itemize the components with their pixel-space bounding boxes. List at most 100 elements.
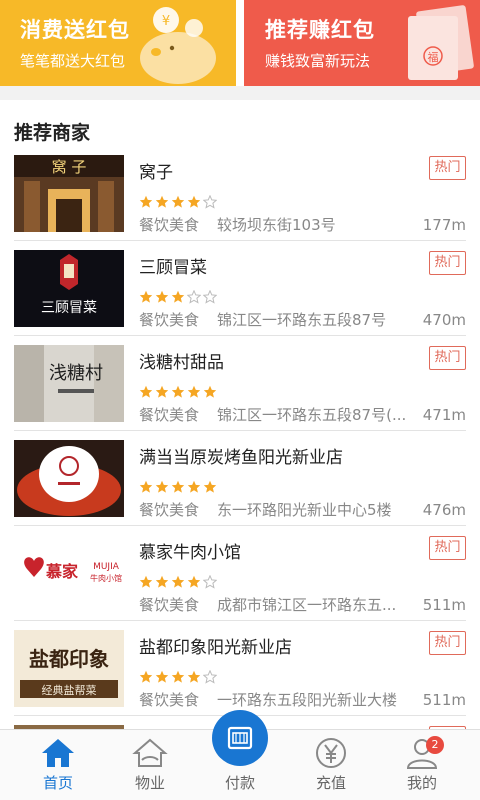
nav-label: 付款 xyxy=(224,774,255,792)
thumb-sign-sub: 经典盐帮菜 xyxy=(42,683,97,697)
merchant-category: 餐饮美食 xyxy=(139,691,200,709)
star-filled-icon xyxy=(171,385,185,398)
list-item[interactable]: 浅糖村 浅糖村甜品 热门 餐饮美食 锦江区一环路东五段87号(... 471m xyxy=(14,336,466,431)
yuan-icon xyxy=(316,738,346,768)
star-filled-icon xyxy=(203,480,217,493)
merchant-name: 窝子 xyxy=(139,163,173,183)
star-empty-icon xyxy=(203,195,217,209)
promo-referral-redpacket[interactable]: 推荐赚红包 赚钱致富新玩法 福 xyxy=(244,0,480,86)
promo-banners: 消费送红包 笔笔都送大红包 ¥ 推荐赚红包 赚钱致富新玩法 福 xyxy=(0,0,480,86)
promo-subtitle: 赚钱致富新玩法 xyxy=(265,52,371,70)
list-item[interactable]: 盐都印象 经典盐帮菜 盐都印象阳光新业店 热门 餐饮美食 一环路东五段阳光新业大… xyxy=(14,621,466,716)
merchant-meta: 餐饮美食 锦江区一环路东五段87号 xyxy=(139,309,386,330)
promo-subtitle: 笔笔都送大红包 xyxy=(20,52,126,70)
merchant-name: 三顾冒菜 xyxy=(139,258,207,278)
rating-stars xyxy=(139,670,217,684)
merchant-category: 餐饮美食 xyxy=(139,501,200,519)
svg-text:福: 福 xyxy=(428,50,439,64)
merchant-distance: 470m xyxy=(422,311,466,329)
thumb-sign-text: 盐都印象 xyxy=(29,647,109,671)
star-filled-icon xyxy=(139,290,153,303)
star-filled-icon xyxy=(171,670,185,683)
list-item[interactable]: 窝 子 窝子 热门 餐饮美食 较场坝东街103号 177m xyxy=(14,146,466,241)
piggy-bank-icon: ¥ xyxy=(140,7,216,84)
nav-tab-recharge[interactable]: 充值 xyxy=(283,730,379,800)
nav-tab-mine[interactable]: 2 我的 xyxy=(374,730,470,800)
star-empty-icon xyxy=(203,670,217,684)
home-icon xyxy=(42,739,74,767)
section-title: 推荐商家 xyxy=(14,122,91,144)
merchant-thumbnail: 窝 子 xyxy=(14,155,124,232)
star-empty-icon xyxy=(203,575,217,589)
star-filled-icon xyxy=(171,195,185,208)
merchant-thumbnail: 盐都印象 经典盐帮菜 xyxy=(14,630,124,707)
star-filled-icon xyxy=(187,575,201,588)
merchant-address: 一环路东五段阳光新业大楼 xyxy=(217,691,398,709)
merchant-meta: 餐饮美食 一环路东五段阳光新业大楼 xyxy=(139,689,397,710)
hot-badge: 热门 xyxy=(429,631,466,655)
nav-label: 我的 xyxy=(406,774,437,792)
nav-label: 物业 xyxy=(134,774,165,792)
merchant-distance: 511m xyxy=(422,691,466,709)
merchant-category: 餐饮美食 xyxy=(139,311,200,329)
star-empty-icon xyxy=(187,290,201,304)
thumb-logo-sub: 牛肉小馆 xyxy=(90,573,122,583)
merchant-meta: 餐饮美食 成都市锦江区一环路东五... xyxy=(139,594,396,615)
pay-button[interactable] xyxy=(212,710,268,766)
merchant-distance: 471m xyxy=(422,406,466,424)
merchant-address: 成都市锦江区一环路东五... xyxy=(217,596,397,614)
merchant-name: 满当当原炭烤鱼阳光新业店 xyxy=(139,448,343,468)
rating-stars xyxy=(139,575,217,589)
merchant-meta: 餐饮美食 东一环路阳光新业中心5楼 xyxy=(139,499,392,520)
nav-tab-home[interactable]: 首页 xyxy=(10,730,106,800)
section-divider xyxy=(0,86,480,100)
rating-stars xyxy=(139,195,217,209)
promo-consume-redpacket[interactable]: 消费送红包 笔笔都送大红包 ¥ xyxy=(0,0,236,86)
promo-title: 消费送红包 xyxy=(20,18,130,42)
star-filled-icon xyxy=(139,385,153,398)
thumb-sign-text: 三顾冒菜 xyxy=(41,300,97,316)
list-item[interactable]: 慕家 MUJIA 牛肉小馆 慕家牛肉小馆 热门 餐饮美食 成都市锦江区一环路东五… xyxy=(14,526,466,621)
nav-tab-pay[interactable]: 付款 xyxy=(192,710,288,800)
thumb-logo-text: 慕家 xyxy=(45,562,79,581)
bottom-nav: 首页 物业 付款 充值 2 我的 xyxy=(0,710,480,800)
thumb-sign-text: 窝 子 xyxy=(52,158,87,176)
star-filled-icon xyxy=(187,195,201,208)
star-filled-icon xyxy=(171,290,185,303)
merchant-address: 东一环路阳光新业中心5楼 xyxy=(217,501,392,519)
property-icon xyxy=(132,738,168,767)
promo-title: 推荐赚红包 xyxy=(265,18,375,42)
merchant-distance: 511m xyxy=(422,596,466,614)
star-filled-icon xyxy=(187,670,201,683)
list-item[interactable]: 满当当原炭烤鱼阳光新业店 餐饮美食 东一环路阳光新业中心5楼 476m xyxy=(14,431,466,526)
star-filled-icon xyxy=(139,670,153,683)
rating-stars xyxy=(139,290,217,304)
star-filled-icon xyxy=(139,480,153,493)
merchant-name: 慕家牛肉小馆 xyxy=(139,543,241,563)
merchant-meta: 餐饮美食 锦江区一环路东五段87号(... xyxy=(139,404,406,425)
merchant-address: 较场坝东街103号 xyxy=(217,216,336,234)
merchant-meta: 餐饮美食 较场坝东街103号 xyxy=(139,214,336,235)
hot-badge: 热门 xyxy=(429,156,466,180)
pay-card-icon xyxy=(227,726,253,750)
merchant-distance: 177m xyxy=(422,216,466,234)
hot-badge: 热门 xyxy=(429,536,466,560)
thumb-sign-text: 浅糖村 xyxy=(49,363,103,384)
merchant-list[interactable]: 窝 子 窝子 热门 餐饮美食 较场坝东街103号 177m 三顾冒菜 三顾冒菜 xyxy=(0,146,480,730)
rating-stars xyxy=(139,480,217,494)
nav-tab-property[interactable]: 物业 xyxy=(102,730,198,800)
merchant-thumbnail: 三顾冒菜 xyxy=(14,250,124,327)
red-envelope-icon: 福 xyxy=(408,5,474,80)
merchant-address: 锦江区一环路东五段87号(... xyxy=(217,406,407,424)
star-filled-icon xyxy=(203,385,217,398)
merchant-category: 餐饮美食 xyxy=(139,406,200,424)
merchant-category: 餐饮美食 xyxy=(139,596,200,614)
merchant-distance: 476m xyxy=(422,501,466,519)
notification-badge: 2 xyxy=(426,736,444,754)
svg-text:¥: ¥ xyxy=(162,14,170,29)
hot-badge: 热门 xyxy=(429,251,466,275)
star-filled-icon xyxy=(155,290,169,303)
star-filled-icon xyxy=(171,480,185,493)
list-item[interactable]: 三顾冒菜 三顾冒菜 热门 餐饮美食 锦江区一环路东五段87号 470m xyxy=(14,241,466,336)
star-filled-icon xyxy=(155,195,169,208)
